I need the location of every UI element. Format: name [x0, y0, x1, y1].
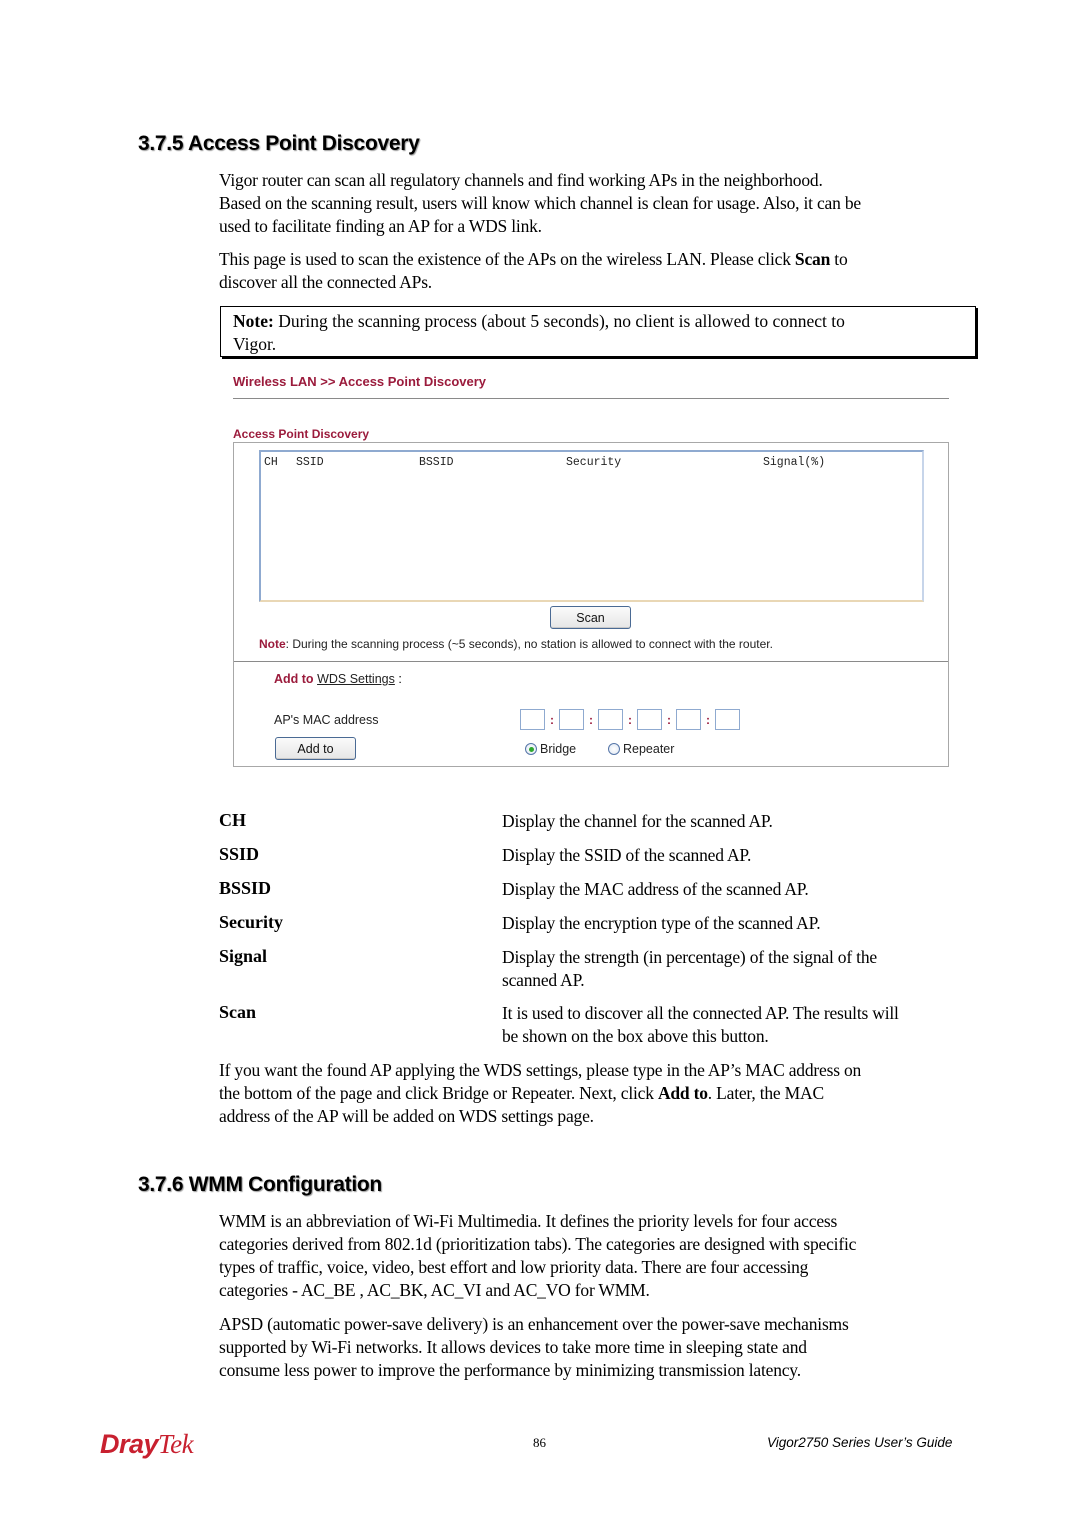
mac-separator: :	[628, 712, 632, 727]
wds-paragraph: If you want the found AP applying the WD…	[219, 1059, 999, 1128]
text-line: WMM is an abbreviation of Wi-Fi Multimed…	[219, 1211, 838, 1231]
text-line: If you want the found AP applying the WD…	[219, 1060, 862, 1080]
radio-label-bridge: Bridge	[540, 742, 577, 756]
scan-results-list[interactable]: CH SSID BSSID Security Signal(%)	[259, 450, 924, 602]
wds-settings-link[interactable]: WDS Settings	[317, 672, 395, 686]
term-scan: Scan	[219, 1002, 257, 1022]
text-span: the bottom of the page and click Bridge …	[219, 1083, 658, 1103]
column-ssid: SSID	[296, 456, 324, 469]
note-label: Note:	[233, 311, 274, 331]
mac-separator: :	[550, 712, 554, 727]
mode-radio-bridge[interactable]: Bridge	[525, 742, 576, 756]
text-line: types of traffic, voice, video, best eff…	[219, 1257, 809, 1277]
mode-radio-repeater[interactable]: Repeater	[608, 742, 674, 756]
add-to-label: Add to	[274, 672, 314, 686]
note-line: Note: During the scanning process (about…	[233, 310, 963, 333]
mac-octet-4[interactable]	[637, 709, 662, 730]
apsd-paragraph: APSD (automatic power-save delivery) is …	[219, 1313, 999, 1382]
mac-octet-1[interactable]	[520, 709, 545, 730]
def-security: Display the encryption type of the scann…	[502, 913, 821, 933]
mac-octet-2[interactable]	[559, 709, 584, 730]
text-line: APSD (automatic power-save delivery) is …	[219, 1314, 849, 1334]
radio-unselected-icon[interactable]	[608, 743, 620, 755]
wmm-paragraph: WMM is an abbreviation of Wi-Fi Multimed…	[219, 1210, 999, 1302]
note-line: Vigor.	[233, 334, 277, 354]
text-line: This page is used to scan the existence …	[219, 248, 999, 271]
def-scan: It is used to discover all the connected…	[502, 1002, 899, 1048]
scan-note: Note: During the scanning process (~5 se…	[259, 637, 773, 651]
page-number: 86	[533, 1435, 546, 1450]
panel-title: Access Point Discovery	[233, 427, 370, 441]
mac-octet-6[interactable]	[715, 709, 740, 730]
def-ssid: Display the SSID of the scanned AP.	[502, 845, 752, 865]
note-label: Note	[259, 637, 286, 651]
radio-label-repeater: Repeater	[623, 742, 675, 756]
note-text: During the scanning process (about 5 sec…	[273, 311, 845, 331]
mac-separator: :	[667, 712, 671, 727]
def-bssid: Display the MAC address of the scanned A…	[502, 879, 809, 899]
intro-paragraph: Vigor router can scan all regulatory cha…	[219, 169, 999, 238]
text-line: supported by Wi-Fi networks. It allows d…	[219, 1337, 807, 1357]
note-box: Note: During the scanning process (about…	[220, 306, 976, 357]
term-bssid: BSSID	[219, 878, 272, 898]
text-span: This page is used to scan the existence …	[219, 249, 795, 269]
text-line: address of the AP will be added on WDS s…	[219, 1106, 594, 1126]
note-text: : During the scanning process (~5 second…	[285, 637, 773, 651]
text-line: It is used to discover all the connected…	[502, 1003, 899, 1023]
router-ui-screenshot: Wireless LAN >> Access Point Discovery A…	[226, 365, 956, 775]
divider	[233, 398, 949, 399]
colon-suffix: :	[394, 672, 402, 686]
term-ch: CH	[219, 810, 246, 830]
text-line: categories - AC_BE , AC_BK, AC_VI and AC…	[219, 1280, 650, 1300]
text-line: used to facilitate finding an AP for a W…	[219, 216, 542, 236]
def-ch: Display the channel for the scanned AP.	[502, 811, 773, 831]
mac-separator: :	[589, 712, 593, 727]
def-signal: Display the strength (in percentage) of …	[502, 946, 877, 992]
bold-scan: Scan	[794, 249, 831, 269]
text-line: scanned AP.	[502, 970, 585, 990]
text-span: . Later, the MAC	[707, 1083, 824, 1103]
text-span: to	[830, 249, 848, 269]
divider	[234, 661, 948, 662]
section-heading-376: 3.7.6 WMM Configuration	[138, 1173, 382, 1196]
text-line: the bottom of the page and click Bridge …	[219, 1082, 999, 1105]
mac-separator: :	[706, 712, 710, 727]
mac-address-inputs: : : : : :	[520, 709, 740, 730]
text-line: Display the strength (in percentage) of …	[502, 947, 877, 967]
text-line: categories derived from 802.1d (prioriti…	[219, 1234, 857, 1254]
term-signal: Signal	[219, 946, 268, 966]
mac-octet-3[interactable]	[598, 709, 623, 730]
text-line: discover all the connected APs.	[219, 272, 432, 292]
scan-button[interactable]: Scan	[550, 606, 631, 629]
mac-address-label: AP's MAC address	[274, 713, 379, 727]
text-line: Vigor router can scan all regulatory cha…	[219, 170, 823, 190]
add-to-wds-heading: Add to WDS Settings :	[274, 672, 402, 686]
term-security: Security	[219, 912, 283, 932]
column-bssid: BSSID	[419, 456, 454, 469]
text-line: be shown on the box above this button.	[502, 1026, 769, 1046]
term-ssid: SSID	[219, 844, 260, 864]
column-security: Security	[566, 456, 622, 469]
scan-instruction-paragraph: This page is used to scan the existence …	[219, 248, 999, 294]
guide-title: Vigor2750 Series User’s Guide	[767, 1435, 953, 1450]
discovery-panel: CH SSID BSSID Security Signal(%) Scan No…	[233, 442, 949, 767]
radio-selected-icon[interactable]	[525, 743, 537, 755]
column-signal: Signal(%)	[763, 456, 826, 469]
text-line: consume less power to improve the perfor…	[219, 1360, 801, 1380]
mac-octet-5[interactable]	[676, 709, 701, 730]
add-to-button[interactable]: Add to	[275, 737, 356, 760]
draytek-logo: DrayTek	[100, 1429, 194, 1460]
radio-dot	[528, 746, 534, 752]
breadcrumb: Wireless LAN >> Access Point Discovery	[233, 374, 487, 389]
bold-add-to: Add to	[657, 1083, 708, 1103]
column-ch: CH	[264, 456, 278, 469]
section-heading-375: 3.7.5 Access Point Discovery	[138, 132, 420, 155]
logo-dray: Dray	[100, 1429, 159, 1459]
text-line: Based on the scanning result, users will…	[219, 193, 861, 213]
logo-tek: Tek	[158, 1429, 194, 1459]
